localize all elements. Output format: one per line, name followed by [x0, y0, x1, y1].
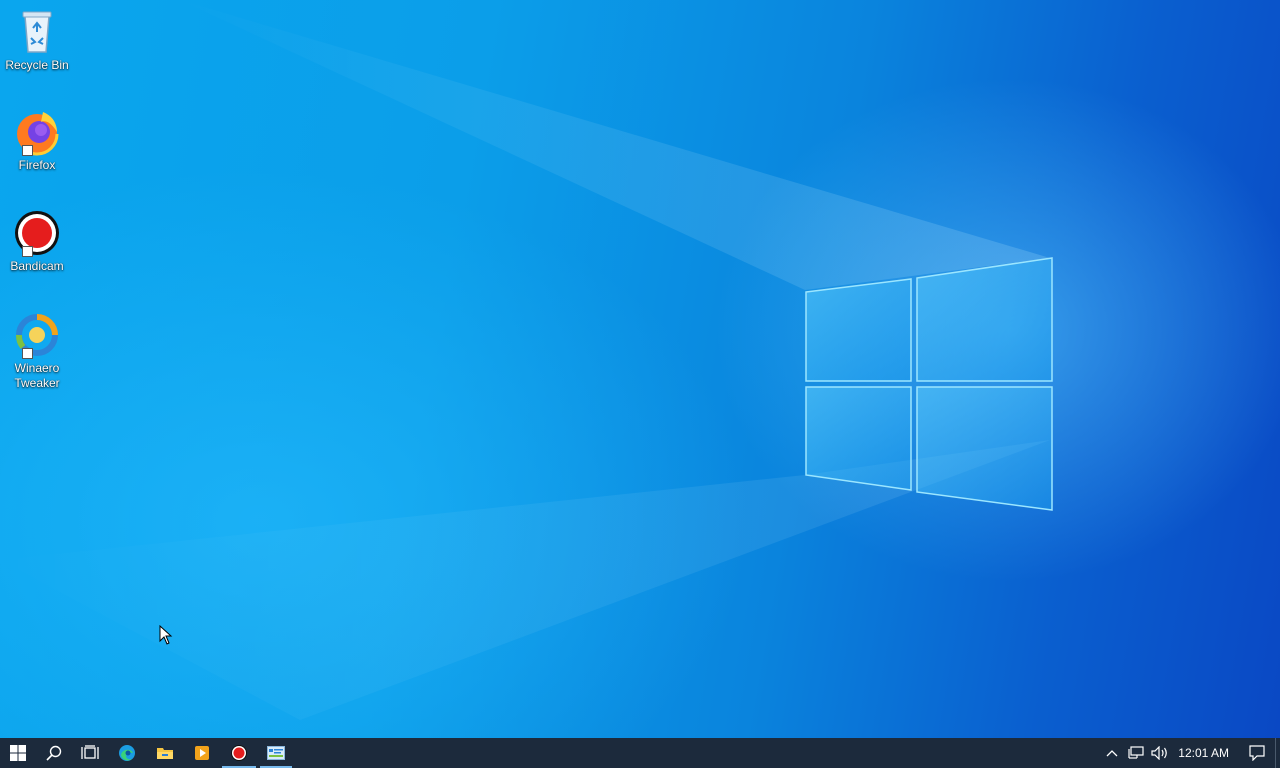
chevron-up-icon: [1106, 750, 1118, 757]
winaero-tweaker-icon: [267, 746, 285, 760]
file-explorer-icon: [157, 748, 173, 759]
desktop-icon-bandicam[interactable]: Bandicam: [2, 209, 72, 274]
action-center-button[interactable]: [1239, 738, 1275, 768]
media-player-button[interactable]: [184, 738, 220, 768]
task-view-button[interactable]: [72, 738, 108, 768]
search-icon: [46, 745, 62, 761]
taskbar-clock[interactable]: 12:01 AM: [1172, 746, 1239, 760]
shortcut-arrow-icon: [22, 348, 33, 359]
media-player-icon: [195, 746, 209, 760]
windows-logo-wallpaper: [0, 0, 1053, 720]
bandicam-taskbar-button[interactable]: [220, 738, 258, 768]
desktop-icon-winaero-tweaker[interactable]: Winaero Tweaker: [2, 311, 72, 391]
show-hidden-icons-button[interactable]: [1100, 738, 1124, 768]
bandicam-icon: [13, 209, 61, 257]
volume-icon: [1151, 746, 1168, 760]
edge-button[interactable]: [108, 738, 146, 768]
system-tray: 12:01 AM: [1100, 738, 1280, 768]
taskbar: 12:01 AM: [0, 738, 1280, 768]
desktop-icon-label: Bandicam: [10, 259, 64, 273]
desktop[interactable]: Recycle Bin Firefox Bandicam Winaero Twe…: [0, 0, 1280, 738]
desktop-icon-recycle-bin[interactable]: Recycle Bin: [2, 8, 72, 73]
show-desktop-button[interactable]: [1275, 738, 1280, 768]
desktop-icon-label: Recycle Bin: [5, 58, 69, 72]
network-icon: [1128, 746, 1144, 759]
search-button[interactable]: [36, 738, 72, 768]
start-icon: [10, 745, 26, 761]
desktop-icon-firefox[interactable]: Firefox: [2, 108, 72, 173]
volume-button[interactable]: [1148, 738, 1172, 768]
desktop-icon-label: Firefox: [18, 158, 56, 172]
action-center-icon: [1249, 745, 1265, 761]
edge-icon: [119, 745, 135, 761]
network-button[interactable]: [1124, 738, 1148, 768]
winaero-tweaker-icon: [13, 311, 61, 359]
firefox-icon: [13, 108, 61, 156]
shortcut-arrow-icon: [22, 145, 33, 156]
desktop-icon-label: Winaero Tweaker: [14, 361, 60, 390]
bandicam-icon: [231, 745, 247, 761]
task-view-icon: [81, 745, 99, 759]
mouse-cursor-icon: [159, 625, 173, 645]
file-explorer-button[interactable]: [146, 738, 184, 768]
winaero-tweaker-taskbar-button[interactable]: [258, 738, 294, 768]
recycle-bin-icon: [13, 8, 61, 56]
shortcut-arrow-icon: [22, 246, 33, 257]
start-button[interactable]: [0, 738, 36, 768]
